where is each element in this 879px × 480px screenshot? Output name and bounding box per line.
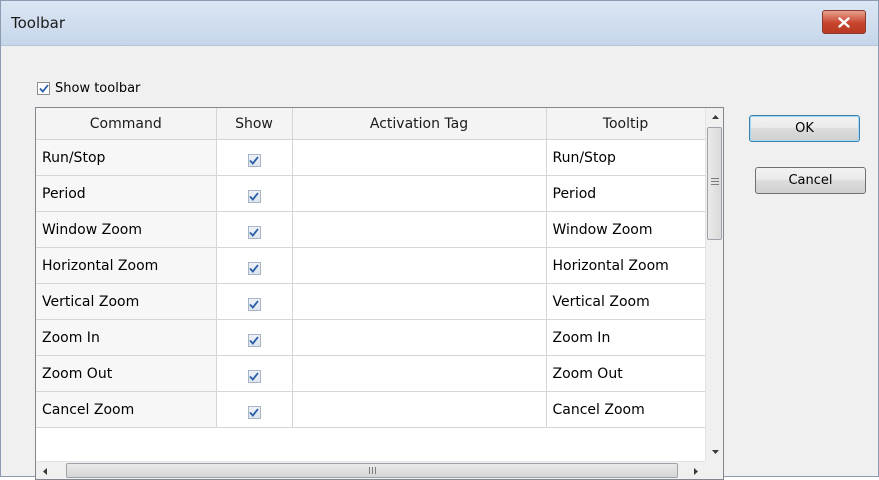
scroll-up-button[interactable] [706,108,723,126]
commands-table: Command Show Activation Tag Tooltip Run/… [36,108,706,428]
tooltip-cell[interactable]: Cancel Zoom [546,391,706,428]
command-cell: Cancel Zoom [36,391,217,428]
show-checkbox[interactable] [247,262,261,275]
table-row[interactable]: Horizontal Zoom Horizontal Zoom [36,247,706,284]
vertical-scrollbar[interactable] [705,108,723,461]
ok-button[interactable]: OK [749,115,860,142]
show-checkbox[interactable] [247,226,261,239]
activation-tag-cell[interactable] [292,283,547,320]
checkmark-icon [249,336,259,345]
table-row[interactable]: Zoom Out Zoom Out [36,355,706,392]
scrollbar-corner [705,461,723,479]
command-cell: Horizontal Zoom [36,247,217,284]
show-cell [216,283,293,320]
horizontal-scrollbar[interactable] [36,461,705,479]
activation-tag-cell[interactable] [292,247,547,284]
checkmark-icon [249,300,259,309]
command-cell: Period [36,175,217,212]
cancel-button[interactable]: Cancel [755,167,866,194]
tooltip-cell[interactable]: Horizontal Zoom [546,247,706,284]
tooltip-cell[interactable]: Run/Stop [546,139,706,176]
commands-grid: Command Show Activation Tag Tooltip Run/… [35,107,724,480]
title-bar[interactable]: Toolbar [1,1,878,46]
tooltip-cell[interactable]: Zoom In [546,319,706,356]
table-row[interactable]: Period Period [36,175,706,212]
activation-tag-cell[interactable] [292,355,547,392]
close-button[interactable] [822,10,866,34]
checkmark-icon [249,156,259,165]
show-cell [216,391,293,428]
table-row[interactable]: Vertical Zoom Vertical Zoom [36,283,706,320]
show-cell [216,319,293,356]
show-toolbar-label: Show toolbar [55,81,141,96]
show-checkbox[interactable] [247,190,261,203]
vertical-scroll-thumb[interactable] [707,127,722,240]
command-cell: Vertical Zoom [36,283,217,320]
column-header-command[interactable]: Command [36,108,217,140]
checkmark-icon [249,264,259,273]
scroll-right-arrow-icon [694,467,698,475]
show-checkbox[interactable] [247,406,261,419]
command-cell: Window Zoom [36,211,217,248]
command-cell: Zoom In [36,319,217,356]
tooltip-cell[interactable]: Period [546,175,706,212]
toolbar-dialog: Toolbar Show toolbar Command Show Activa… [0,0,879,480]
activation-tag-cell[interactable] [292,139,547,176]
dialog-body: Show toolbar Command Show Activation Tag… [1,46,878,480]
command-cell: Run/Stop [36,139,217,176]
show-toolbar-checkbox[interactable] [37,82,50,95]
activation-tag-cell[interactable] [292,391,547,428]
show-toolbar-option[interactable]: Show toolbar [37,81,140,96]
scroll-down-arrow-icon [711,450,719,454]
show-checkbox[interactable] [247,334,261,347]
show-cell [216,175,293,212]
grid-body: Run/Stop Run/Stop Period Period Window Zoom W… [36,139,706,428]
show-cell [216,355,293,392]
show-cell [216,247,293,284]
checkmark-icon [249,228,259,237]
show-cell [216,211,293,248]
scroll-left-arrow-icon [43,467,47,475]
activation-tag-cell[interactable] [292,211,547,248]
activation-tag-cell[interactable] [292,319,547,356]
table-row[interactable]: Zoom In Zoom In [36,319,706,356]
checkmark-icon [38,84,49,93]
checkmark-icon [249,372,259,381]
activation-tag-cell[interactable] [292,175,547,212]
checkmark-icon [249,408,259,417]
show-cell [216,139,293,176]
tooltip-cell[interactable]: Window Zoom [546,211,706,248]
show-checkbox[interactable] [247,298,261,311]
command-cell: Zoom Out [36,355,217,392]
table-row[interactable]: Run/Stop Run/Stop [36,139,706,176]
column-header-activation-tag[interactable]: Activation Tag [292,108,547,140]
column-header-show[interactable]: Show [216,108,293,140]
window-title: Toolbar [11,14,66,32]
horizontal-scroll-thumb[interactable] [66,463,678,478]
scroll-right-button[interactable] [687,462,705,479]
show-checkbox[interactable] [247,154,261,167]
scroll-left-button[interactable] [36,462,54,479]
close-icon [838,16,850,28]
show-checkbox[interactable] [247,370,261,383]
column-header-tooltip[interactable]: Tooltip [546,108,706,140]
tooltip-cell[interactable]: Vertical Zoom [546,283,706,320]
table-row[interactable]: Window Zoom Window Zoom [36,211,706,248]
scroll-down-button[interactable] [706,443,723,461]
checkmark-icon [249,192,259,201]
tooltip-cell[interactable]: Zoom Out [546,355,706,392]
header-row: Command Show Activation Tag Tooltip [36,108,706,140]
scroll-up-arrow-icon [711,115,719,119]
table-row[interactable]: Cancel Zoom Cancel Zoom [36,391,706,428]
